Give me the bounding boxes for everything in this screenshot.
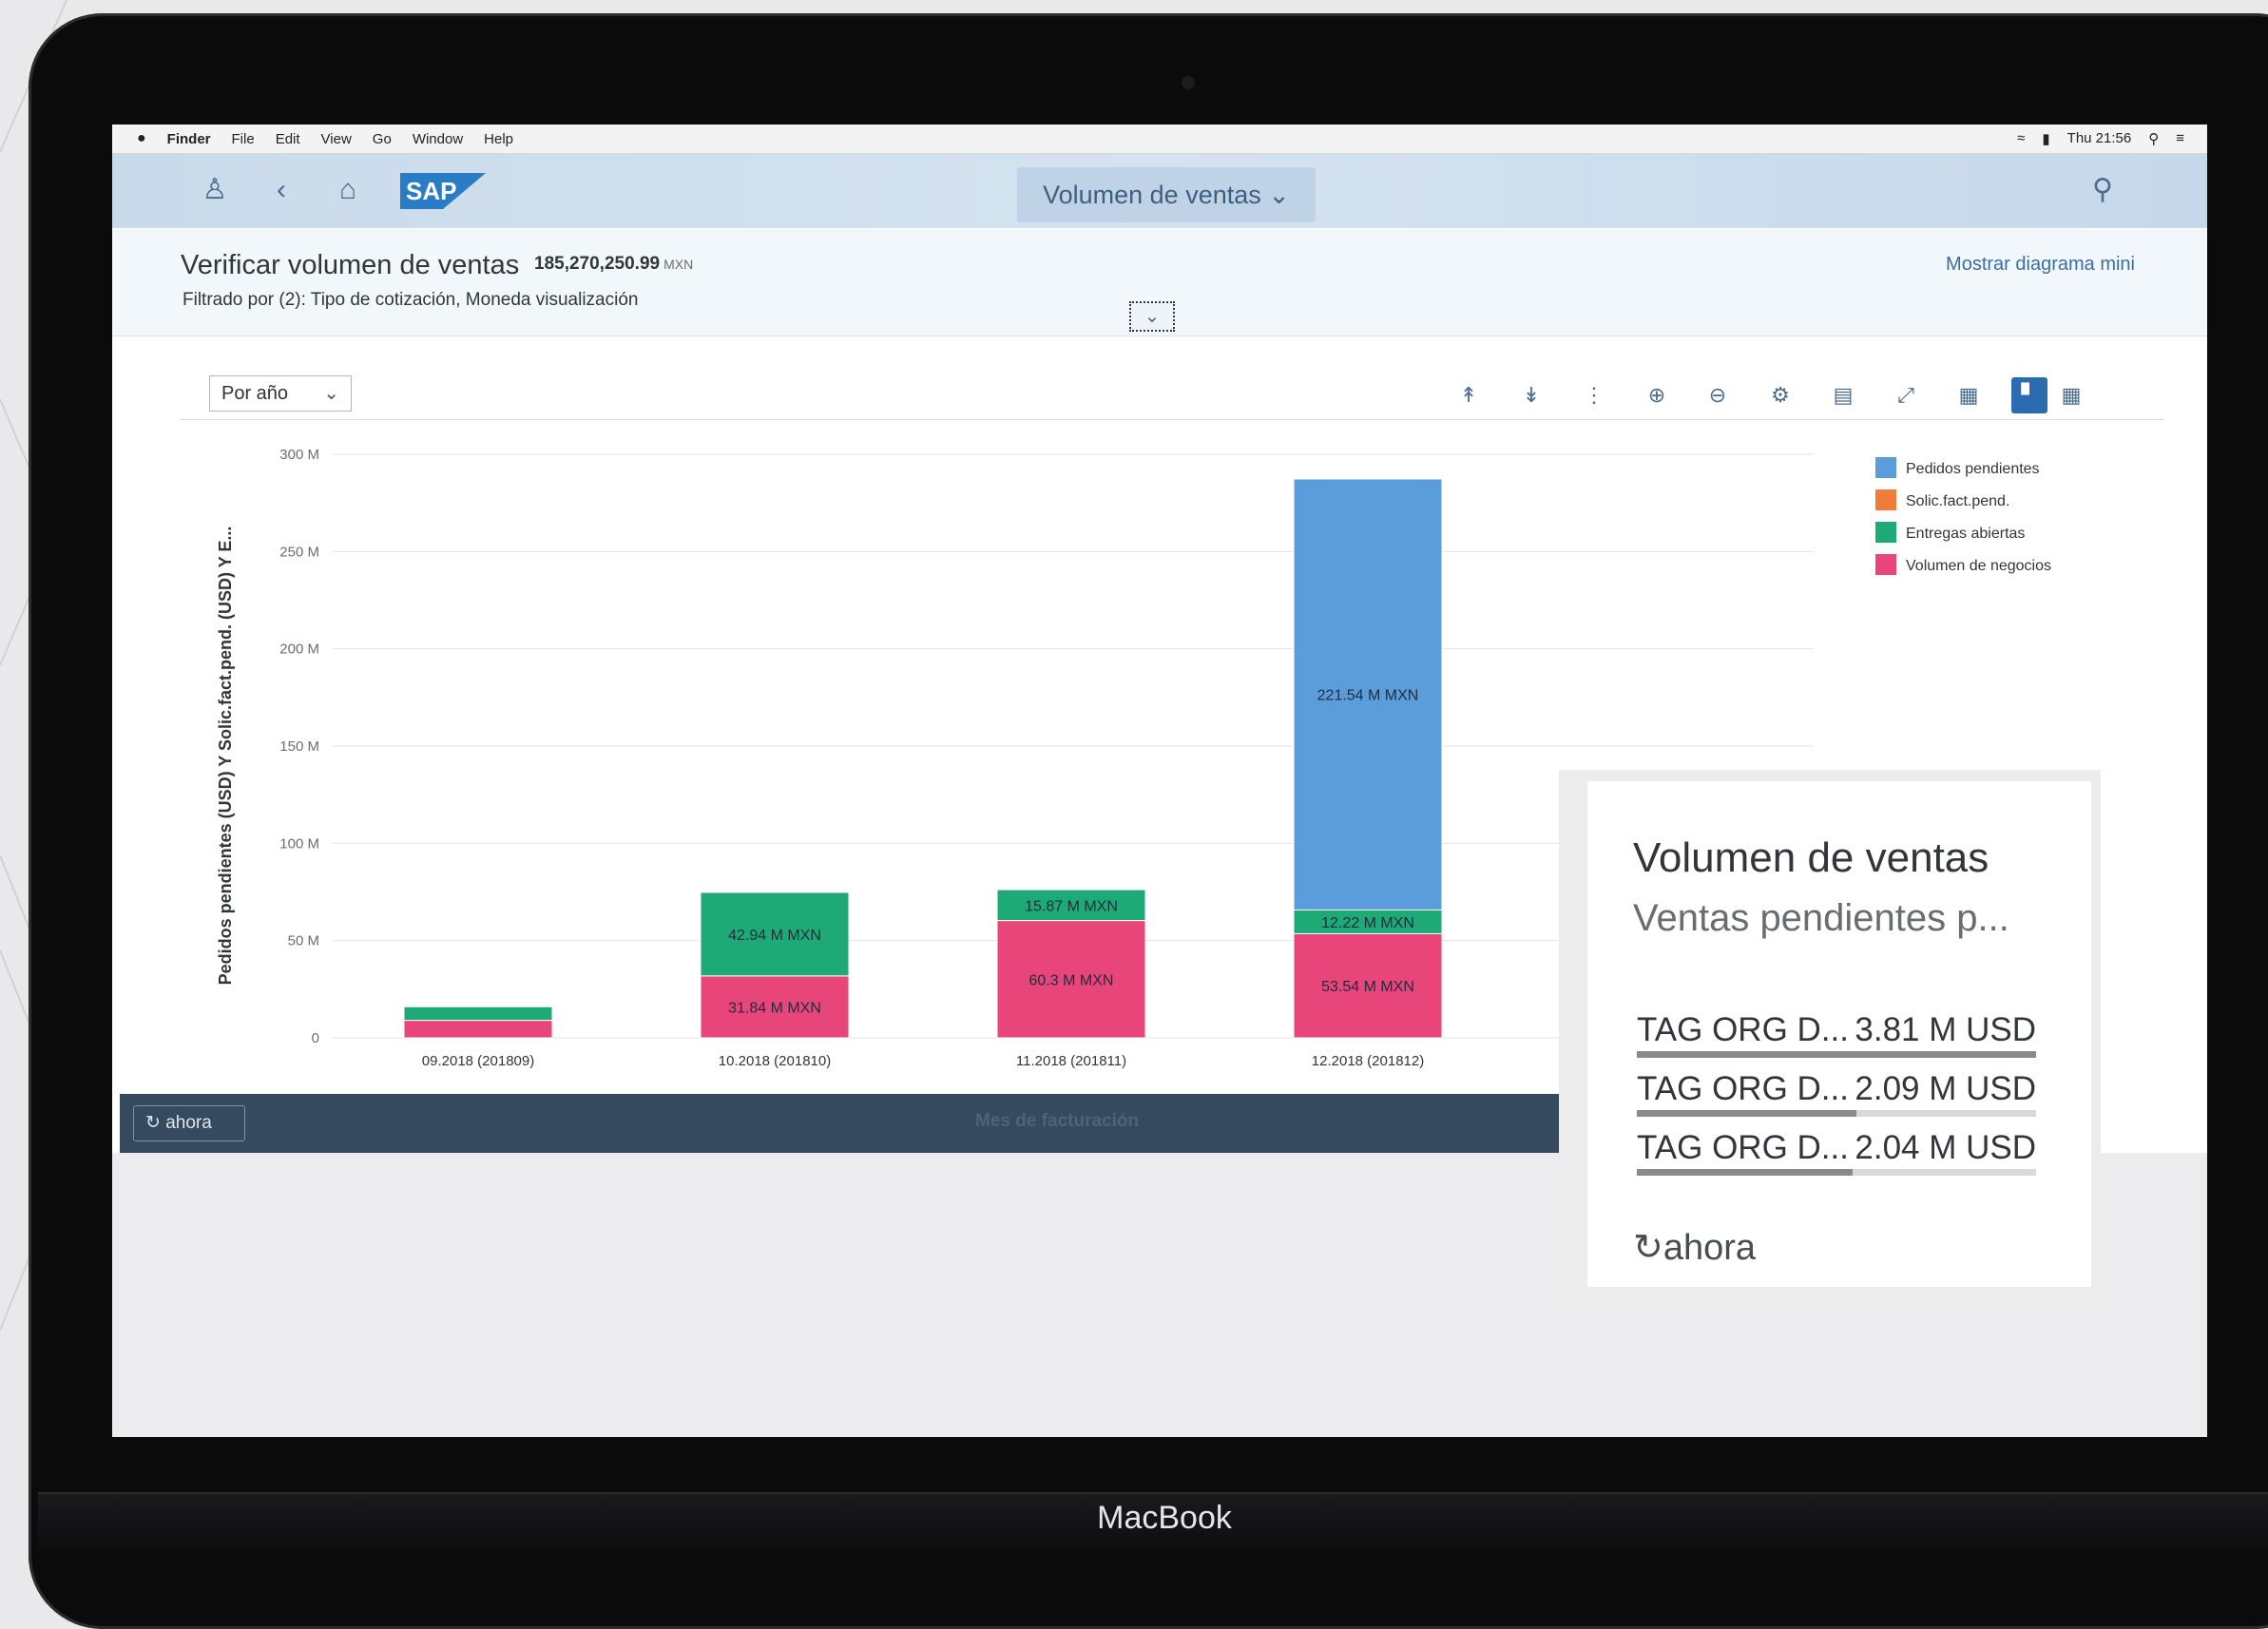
legend-label: Solic.fact.pend. — [1906, 493, 2009, 509]
bar-data-label: 15.87 M MXN — [1025, 898, 1118, 914]
tile-row-name: TAG ORG D... — [1637, 1070, 1849, 1107]
legend-label: Pedidos pendientes — [1906, 461, 2040, 477]
y-axis-label: Pedidos pendientes (USD) Y Solic.fact.pe… — [216, 527, 235, 986]
bar-data-label: 12.22 M MXN — [1321, 915, 1414, 931]
bar-data-label: 60.3 M MXN — [1029, 972, 1114, 988]
footer-bar: ↻ ahora Mes de facturación — [120, 1094, 1641, 1153]
tile-row-name: TAG ORG D... — [1637, 1011, 1849, 1048]
tile-row: TAG ORG D... 3.81 M USD — [1637, 1011, 2036, 1068]
tile-row: TAG ORG D... 2.09 M USD — [1637, 1070, 2036, 1127]
y-tick-label: 300 M — [279, 447, 319, 463]
bar-segment — [403, 1020, 553, 1039]
tile-row: TAG ORG D... 2.04 M USD — [1637, 1129, 2036, 1186]
bar-segment — [403, 1006, 553, 1022]
camera — [1182, 76, 1195, 89]
tile-refresh[interactable]: ↻ahora — [1633, 1226, 1756, 1269]
tile-row-bar-track — [1637, 1169, 2036, 1176]
refresh-label: ahora — [165, 1113, 212, 1133]
legend-label: Entregas abiertas — [1906, 526, 2025, 542]
y-tick-label: 200 M — [279, 642, 319, 658]
y-tick-label: 150 M — [279, 738, 319, 755]
tile-row-value: 3.81 M USD — [1855, 1011, 2036, 1048]
legend-swatch — [1875, 457, 1896, 478]
bar-data-label: 221.54 M MXN — [1317, 688, 1419, 704]
x-tick-label: 10.2018 (201810) — [719, 1053, 831, 1069]
tile-row-bar-track — [1637, 1110, 2036, 1117]
refresh-now-button[interactable]: ↻ ahora — [133, 1105, 245, 1141]
legend-swatch — [1875, 554, 1896, 575]
device-brand-label: MacBook — [1097, 1500, 1232, 1536]
tile-row-bar — [1637, 1169, 1853, 1176]
tile-row-value: 2.09 M USD — [1855, 1070, 2036, 1107]
y-tick-label: 0 — [312, 1030, 319, 1046]
refresh-icon: ↻ — [145, 1113, 166, 1133]
x-tick-label: 12.2018 (201812) — [1312, 1053, 1424, 1069]
x-tick-label: 11.2018 (201811) — [1016, 1053, 1126, 1069]
tile-row-value: 2.04 M USD — [1855, 1129, 2036, 1166]
y-tick-label: 100 M — [279, 835, 319, 852]
x-axis-title: Mes de facturación — [975, 1111, 1140, 1131]
legend-label: Volumen de negocios — [1906, 558, 2051, 574]
tile-refresh-label: ahora — [1663, 1228, 1757, 1268]
tile-row-bar-track — [1637, 1051, 2036, 1058]
tile-subtitle: Ventas pendientes p... — [1633, 897, 2009, 939]
bar-data-label: 53.54 M MXN — [1321, 979, 1414, 995]
tile-title: Volumen de ventas — [1633, 834, 1989, 881]
x-tick-label: 09.2018 (201809) — [422, 1053, 534, 1069]
bar-data-label: 31.84 M MXN — [728, 1000, 821, 1016]
legend-swatch — [1875, 489, 1896, 510]
y-tick-label: 50 M — [288, 933, 319, 949]
tile-row-bar — [1637, 1051, 2036, 1058]
refresh-icon: ↻ — [1633, 1228, 1663, 1268]
y-tick-label: 250 M — [279, 544, 319, 560]
tile-row-name: TAG ORG D... — [1637, 1129, 1849, 1166]
kpi-tile[interactable]: Volumen de ventas Ventas pendientes p...… — [1587, 781, 2091, 1287]
bar-data-label: 42.94 M MXN — [728, 928, 821, 944]
kpi-tile-frame: Volumen de ventas Ventas pendientes p...… — [1559, 770, 2101, 1313]
tile-row-bar — [1637, 1110, 1856, 1117]
legend-swatch — [1875, 522, 1896, 543]
